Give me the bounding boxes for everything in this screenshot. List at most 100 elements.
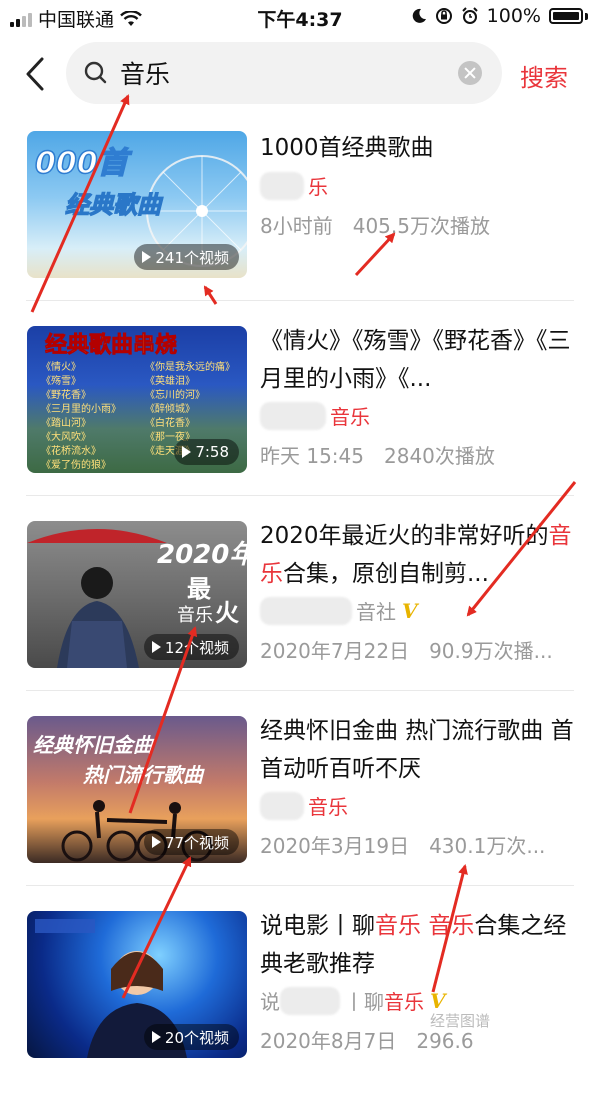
- title-text: 合集，原创自制剪...: [283, 561, 489, 587]
- svg-text:《野花香》: 《野花香》: [41, 388, 91, 401]
- blurred-channel-middle: [280, 986, 340, 1015]
- play-icon: [142, 251, 152, 263]
- svg-text:《爱了伤的狼》: 《爱了伤的狼》: [41, 458, 111, 471]
- video-thumbnail[interactable]: 经典怀旧金曲 热门流行歌曲 77个视频: [27, 716, 247, 863]
- video-count-badge: 12个视频: [143, 634, 239, 660]
- play-icon: [151, 836, 161, 848]
- play-icon: [182, 446, 192, 458]
- channel-suffix: 音乐: [308, 795, 348, 819]
- title-text: 经典怀旧金曲 热门流行歌曲 首首动听百听不厌: [260, 718, 574, 782]
- channel-suffix: 乐: [308, 175, 328, 199]
- play-count: 90.9万次播...: [429, 639, 553, 663]
- badge-text: 7:58: [195, 443, 229, 461]
- svg-text:2020年: 2020年: [157, 540, 247, 570]
- channel-mid: 丨聊: [344, 990, 384, 1014]
- result-title[interactable]: 《情火》《殇雪》《野花香》《三月里的小雨》《...: [260, 322, 576, 398]
- publish-time: 2020年8月7日: [260, 1029, 397, 1053]
- video-thumbnail[interactable]: 经典歌曲串烧 《情火》 《殇雪》 《野花香》 《三月里的小雨》 《踏山河》 《大风吹》 …: [27, 326, 247, 473]
- svg-text:火: 火: [215, 599, 239, 627]
- video-thumbnail[interactable]: 2020年 最 火 音乐 12个视频: [27, 521, 247, 668]
- channel-name[interactable]: 音乐: [260, 791, 348, 820]
- verified-badge: V: [402, 598, 418, 623]
- divider: [26, 300, 574, 301]
- result-item[interactable]: 000首 经典歌曲 241个视频 1000首经典歌曲 乐 8小时前 405.5万次…: [0, 131, 600, 325]
- duration-badge: 7:58: [174, 439, 239, 465]
- video-thumbnail[interactable]: 20个视频: [27, 911, 247, 1058]
- back-arrow-icon[interactable]: [20, 56, 52, 92]
- result-item[interactable]: 20个视频 说电影丨聊音乐 音乐合集之经典老歌推荐 说 丨聊 音乐 V 2020…: [0, 911, 600, 1105]
- publish-time: 2020年3月19日: [260, 834, 410, 858]
- video-thumbnail[interactable]: 000首 经典歌曲 241个视频: [27, 131, 247, 278]
- result-meta: 2020年3月19日 430.1万次...: [260, 830, 545, 859]
- channel-name[interactable]: 乐: [260, 171, 328, 200]
- svg-text:《你是我永远的痛》: 《你是我永远的痛》: [145, 360, 235, 373]
- play-count: 405.5万次播放: [352, 214, 490, 238]
- badge-text: 12个视频: [164, 638, 229, 657]
- blurred-channel-prefix: [260, 401, 326, 430]
- blurred-channel-prefix: [260, 791, 304, 820]
- play-icon: [151, 641, 161, 653]
- svg-text:经典歌曲: 经典歌曲: [65, 191, 164, 219]
- play-count: 296.6: [416, 1029, 474, 1053]
- channel-suffix: 音社: [356, 600, 396, 624]
- result-item[interactable]: 经典怀旧金曲 热门流行歌曲 77个视频 经典怀旧金曲 热门流行歌曲 首首动听百听…: [0, 716, 600, 910]
- title-text: 2020年最近火的非常好听的: [260, 523, 549, 549]
- result-title[interactable]: 说电影丨聊音乐 音乐合集之经典老歌推荐: [260, 907, 576, 983]
- title-text: 《情火》《殇雪》《野花香》《三月里的小雨》《...: [260, 328, 571, 392]
- result-title[interactable]: 2020年最近火的非常好听的音乐合集，原创自制剪...: [260, 517, 576, 593]
- svg-text:《踏山河》: 《踏山河》: [41, 416, 91, 429]
- svg-text:《白花香》: 《白花香》: [145, 416, 195, 429]
- result-meta: 昨天 15:45 2840次播放: [260, 440, 495, 469]
- video-count-badge: 241个视频: [134, 244, 239, 270]
- title-text: 说电影丨聊: [260, 913, 375, 939]
- svg-text:热门流行歌曲: 热门流行歌曲: [82, 763, 205, 787]
- svg-text:《殇雪》: 《殇雪》: [41, 374, 81, 387]
- search-input[interactable]: 音乐: [66, 42, 502, 104]
- status-bar: 中国联通 下午4:37 100%: [0, 0, 600, 34]
- result-meta: 2020年7月22日 90.9万次播...: [260, 635, 553, 664]
- publish-time: 昨天 15:45: [260, 444, 364, 468]
- play-count: 2840次播放: [384, 444, 495, 468]
- svg-text:《醉倾城》: 《醉倾城》: [145, 402, 195, 415]
- battery-tip: [585, 12, 588, 20]
- rotation-lock-icon: [435, 8, 452, 24]
- status-right: 100%: [411, 5, 588, 27]
- result-title[interactable]: 经典怀旧金曲 热门流行歌曲 首首动听百听不厌: [260, 712, 576, 788]
- blurred-channel-prefix: [260, 596, 352, 625]
- svg-text:经典怀旧金曲: 经典怀旧金曲: [33, 733, 155, 757]
- video-count-badge: 77个视频: [143, 829, 239, 855]
- svg-text:音乐: 音乐: [177, 605, 213, 626]
- channel-prefix: 说: [260, 990, 280, 1014]
- play-icon: [151, 1031, 161, 1043]
- battery-percent: 100%: [486, 5, 541, 27]
- search-button[interactable]: 搜索: [520, 58, 568, 93]
- divider: [26, 690, 574, 691]
- result-item[interactable]: 经典歌曲串烧 《情火》 《殇雪》 《野花香》 《三月里的小雨》 《踏山河》 《大风吹》 …: [0, 326, 600, 520]
- svg-text:经典歌曲串烧: 经典歌曲串烧: [45, 332, 177, 358]
- play-count: 430.1万次...: [429, 834, 546, 858]
- channel-name[interactable]: 音乐: [260, 401, 370, 430]
- publish-time: 2020年7月22日: [260, 639, 410, 663]
- clear-icon[interactable]: [458, 61, 482, 85]
- badge-text: 77个视频: [164, 833, 229, 852]
- channel-name[interactable]: 音社 V: [260, 596, 418, 625]
- title-highlight: 音乐: [375, 913, 421, 939]
- search-query[interactable]: 音乐: [120, 55, 170, 91]
- channel-suffix: 音乐: [330, 405, 370, 429]
- divider: [26, 885, 574, 886]
- svg-text:《情火》: 《情火》: [41, 360, 81, 373]
- search-icon: [84, 61, 107, 84]
- svg-text:000首: 000首: [35, 146, 133, 181]
- channel-name[interactable]: 说 丨聊 音乐 V: [260, 986, 446, 1015]
- svg-text:最: 最: [187, 575, 212, 603]
- svg-text:《英雄泪》: 《英雄泪》: [145, 374, 195, 387]
- result-title[interactable]: 1000首经典歌曲: [260, 129, 576, 167]
- result-item[interactable]: 2020年 最 火 音乐 12个视频 2020年最近火的非常好听的音乐 合集，原创…: [0, 521, 600, 715]
- svg-text:《忘川的河》: 《忘川的河》: [145, 388, 205, 401]
- blurred-channel-prefix: [260, 171, 304, 200]
- svg-text:《花桥流水》: 《花桥流水》: [41, 444, 101, 457]
- battery-icon: [549, 8, 583, 24]
- channel-suffix: 音乐: [384, 990, 424, 1014]
- svg-text:《三月里的小雨》: 《三月里的小雨》: [41, 402, 121, 415]
- video-count-badge: 20个视频: [143, 1024, 239, 1050]
